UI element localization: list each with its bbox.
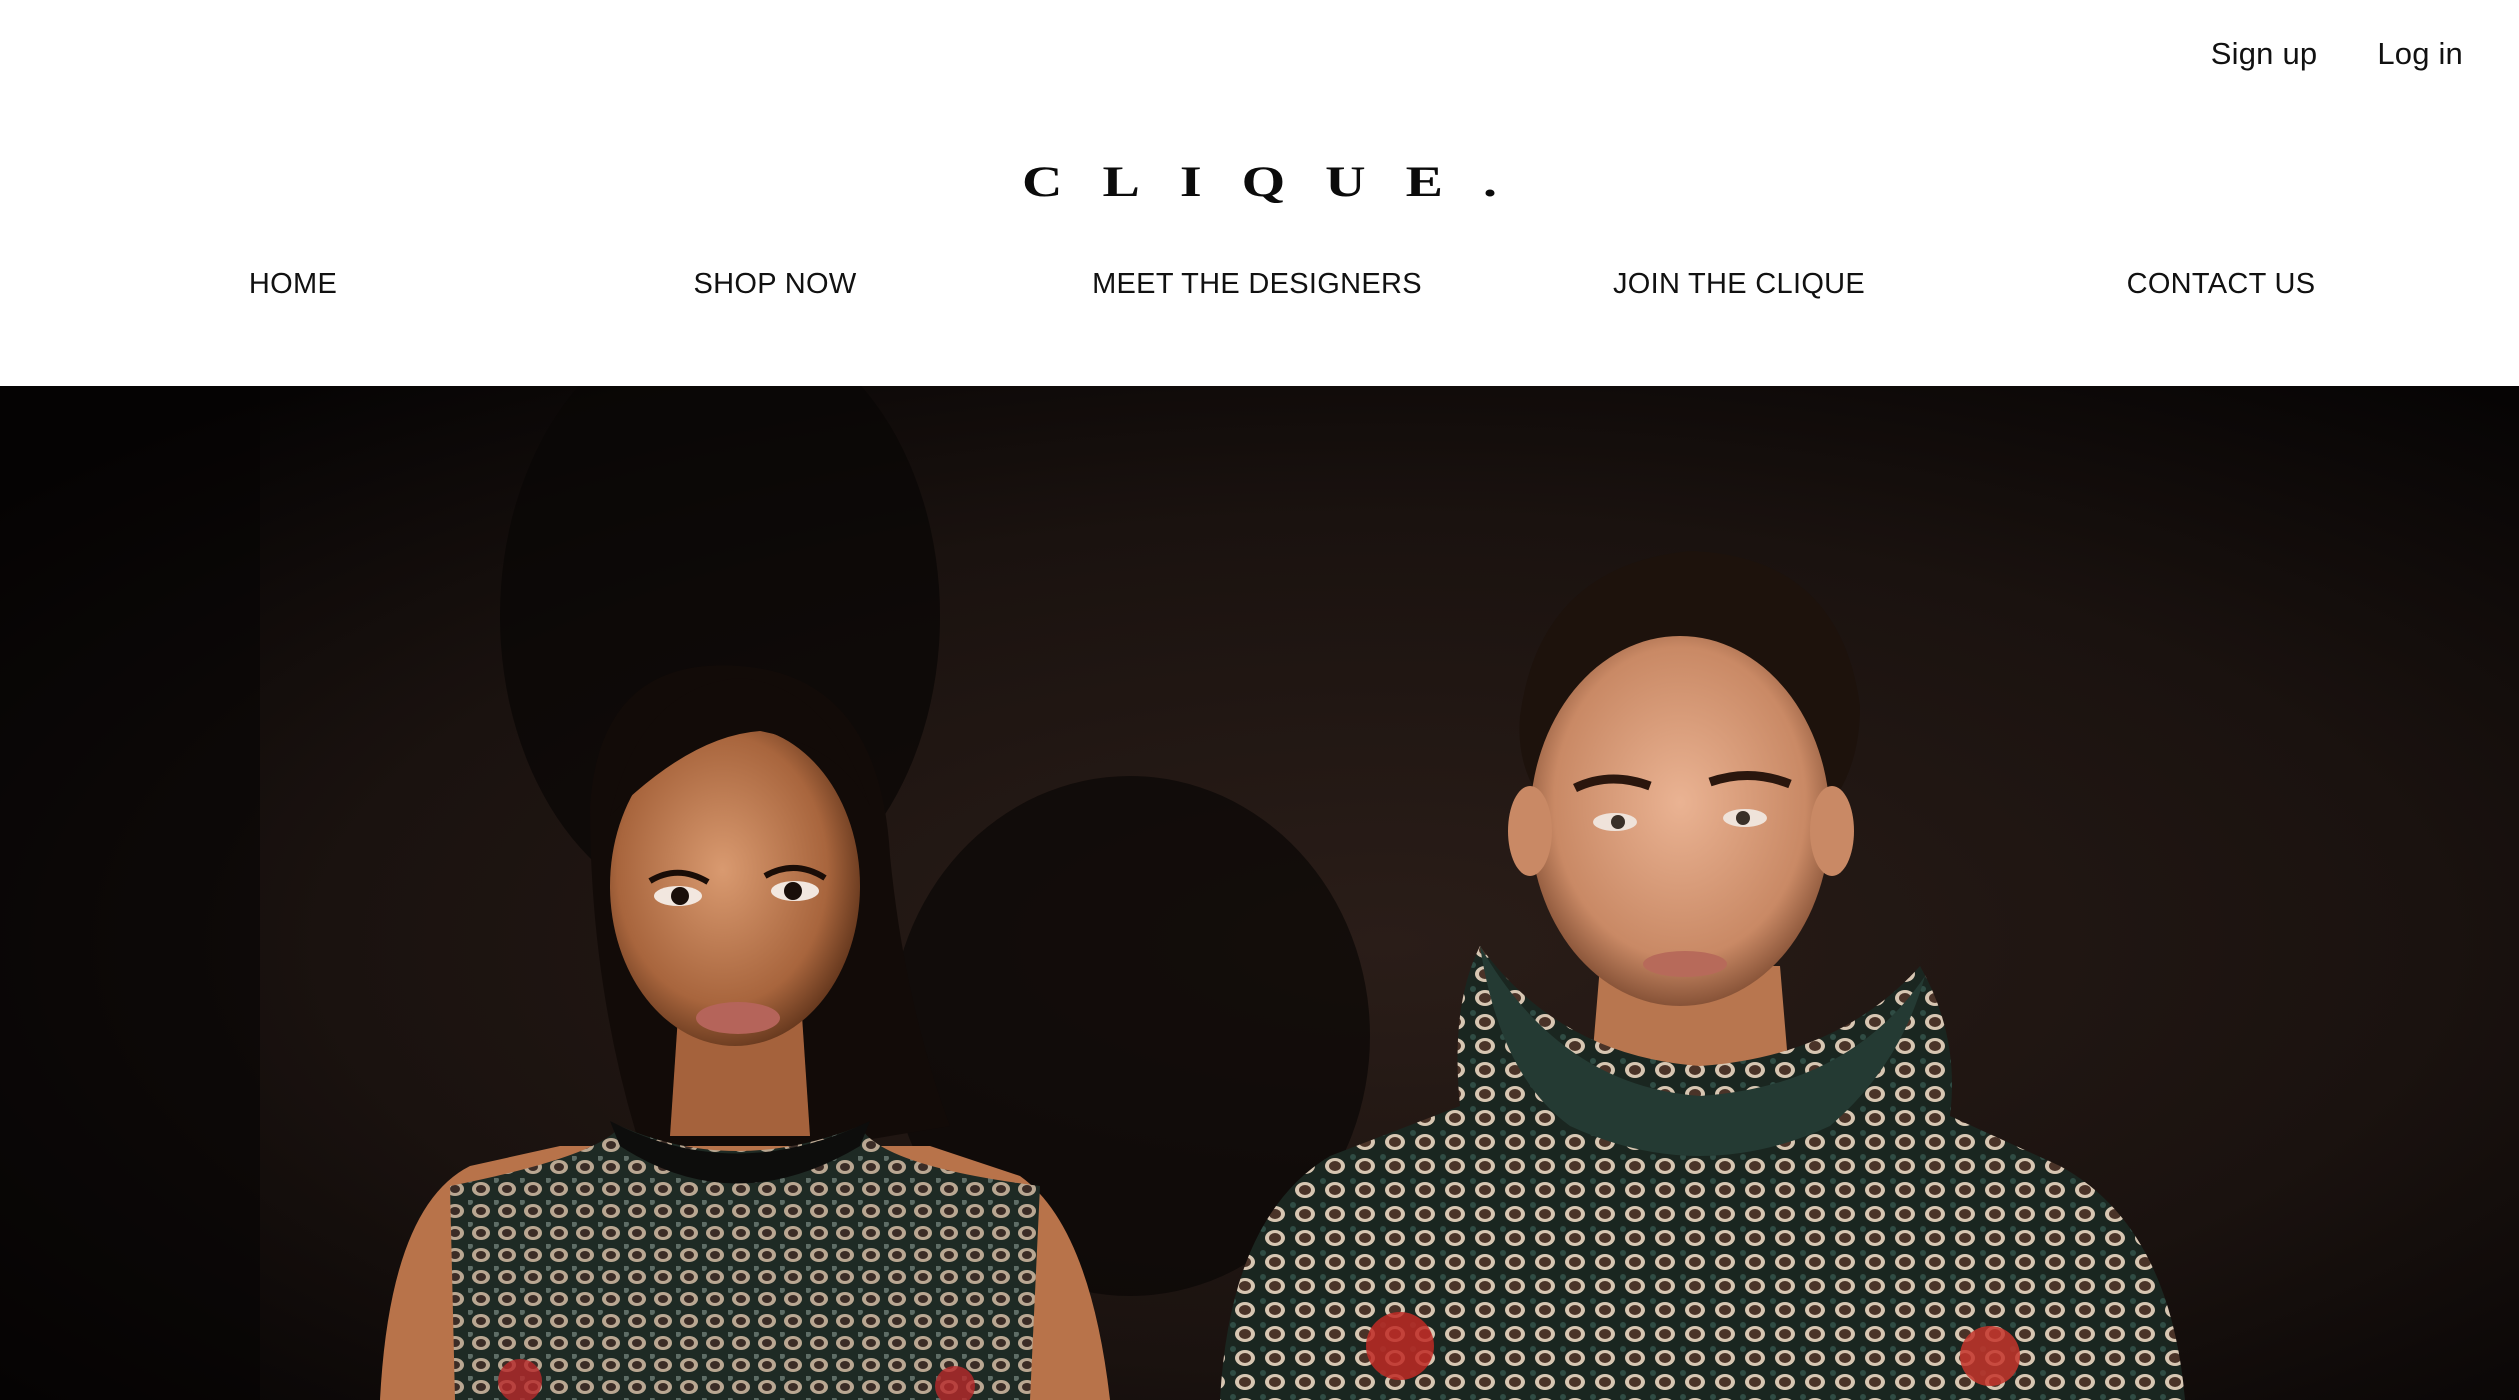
nav-item-shop-now[interactable]: SHOP NOW <box>694 268 857 301</box>
site-header: Sign up Log in CLIQUE. HOME SHOP NOW MEE… <box>0 0 2519 386</box>
nav-item-join-the-clique[interactable]: JOIN THE CLIQUE <box>1613 268 1865 301</box>
nav-item-contact-us[interactable]: CONTACT US <box>2127 268 2316 301</box>
site-logo[interactable]: CLIQUE. <box>0 160 2519 204</box>
page: Sign up Log in CLIQUE. HOME SHOP NOW MEE… <box>0 0 2519 1400</box>
signup-link[interactable]: Sign up <box>2211 36 2318 72</box>
main-nav: HOME SHOP NOW MEET THE DESIGNERS JOIN TH… <box>0 268 2519 308</box>
nav-item-meet-the-designers[interactable]: MEET THE DESIGNERS <box>1092 268 1422 301</box>
login-link[interactable]: Log in <box>2377 36 2463 72</box>
hero-photo-illustration <box>0 386 2519 1400</box>
hero-image <box>0 386 2519 1400</box>
nav-item-home[interactable]: HOME <box>249 268 337 301</box>
auth-links: Sign up Log in <box>2211 36 2463 72</box>
